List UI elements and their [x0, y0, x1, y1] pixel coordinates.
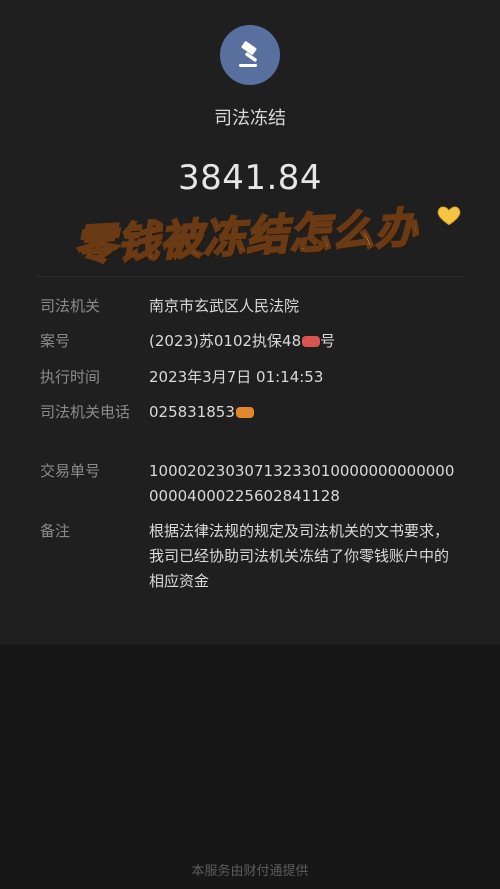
detail-label: 执行时间 [40, 368, 101, 386]
frozen-amount: 3841.84 [177, 158, 323, 198]
detail-label: 交易单号 [40, 462, 101, 480]
avatar [220, 25, 280, 85]
sticker-icon [302, 336, 321, 347]
detail-label: 备注 [40, 522, 71, 540]
sticker-icon [235, 407, 254, 418]
overlay-caption-text: 零钱被冻结怎么办 [72, 202, 420, 271]
detail-value: 2023年3月7日 01:14:53 [149, 368, 324, 386]
detail-value-wrap: 025831853 [149, 400, 459, 425]
divider [36, 276, 464, 277]
case-number-value: (2023)苏0102执保48 [149, 332, 302, 350]
detail-label: 司法机关电话 [40, 403, 131, 421]
empty-area [0, 645, 500, 889]
detail-value: 1000202303071323301000000000000000004000… [149, 462, 455, 505]
detail-label: 案号 [40, 332, 71, 350]
footer-provider: 本服务由财付通提供 [191, 864, 309, 879]
case-number-suffix: 号 [320, 332, 336, 350]
gavel-icon [239, 41, 257, 67]
overlay-caption: 零钱被冻结怎么办 [72, 202, 474, 286]
freeze-detail-page: 司法冻结 3841.84 零钱被冻结怎么办 司法机关 南京市玄武区人民法院 案号… [0, 0, 500, 889]
detail-value: 南京市玄武区人民法院 [149, 297, 300, 315]
detail-value: 根据法律法规的规定及司法机关的文书要求，我司已经协助司法机关冻结了你零钱账户中的… [149, 522, 450, 590]
heart-icon [437, 206, 461, 226]
detail-label: 司法机关 [40, 297, 101, 315]
detail-value-wrap: (2023)苏0102执保48 号 [149, 329, 459, 354]
page-title: 司法冻结 [214, 108, 286, 129]
phone-value: 025831853 [149, 403, 235, 421]
